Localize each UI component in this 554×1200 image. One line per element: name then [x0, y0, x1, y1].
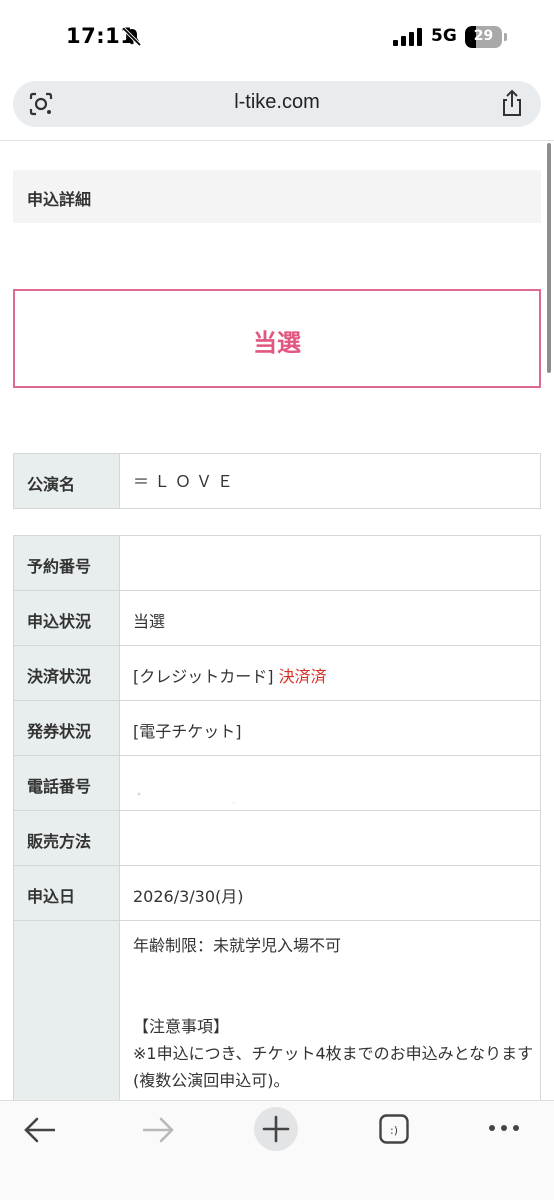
redaction-mark: [137, 792, 236, 804]
more-icon[interactable]: [488, 1123, 520, 1133]
phone-number-label: 電話番号: [13, 755, 120, 811]
url-text[interactable]: l-tike.com: [13, 91, 541, 114]
section-title: 申込詳細: [27, 190, 92, 209]
table-row: 申込状況 当選: [13, 590, 541, 646]
tab-switcher-icon[interactable]: :): [379, 1114, 409, 1144]
url-bar[interactable]: l-tike.com: [13, 81, 541, 127]
notes-cell: 年齢制限：未就学児入場不可 【注意事項】 ※1申込につき、チケット4枚までのお申…: [119, 920, 541, 1111]
bottom-toolbar: :): [0, 1100, 554, 1200]
table-row: 発券状況 [電子チケット]: [13, 700, 541, 756]
ticketing-status-value: [電子チケット]: [119, 700, 541, 756]
performance-table: 公演名 ＝ＬＯＶＥ: [13, 453, 541, 509]
table-row: 公演名 ＝ＬＯＶＥ: [13, 453, 541, 509]
forward-arrow-icon[interactable]: [141, 1115, 175, 1145]
bell-slash-icon: [122, 27, 142, 47]
signal-bars-icon: [393, 28, 422, 46]
table-row: 申込日 2026/3/30(月): [13, 865, 541, 921]
status-bar: 17:11 5G 29: [0, 0, 554, 76]
sales-method-value: [119, 810, 541, 866]
battery-level: 29: [473, 28, 494, 44]
application-date-value: 2026/3/30(月): [119, 865, 541, 921]
notes-line: ※1申込につき、チケット4枚までのお申込みとなります(複数公演回申込可)。: [133, 1044, 534, 1090]
performance-label: 公演名: [13, 453, 120, 509]
payment-method: [クレジットカード]: [133, 667, 274, 686]
performance-name: ＝ＬＯＶＥ: [119, 453, 541, 509]
toolbar-divider: [0, 140, 554, 141]
table-row: 決済状況 [クレジットカード] 決済済: [13, 645, 541, 701]
section-header: 申込詳細: [13, 170, 541, 223]
payment-status-cell: [クレジットカード] 決済済: [119, 645, 541, 701]
table-row: 電話番号: [13, 755, 541, 811]
back-arrow-icon[interactable]: [23, 1115, 57, 1145]
reservation-number-value: [119, 535, 541, 591]
sales-method-label: 販売方法: [13, 810, 120, 866]
table-row: 販売方法: [13, 810, 541, 866]
network-type: 5G: [431, 26, 457, 46]
age-limit-text: 年齢制限：未就学児入場不可: [133, 936, 342, 955]
ticketing-status-label: 発券状況: [13, 700, 120, 756]
plus-icon: [262, 1115, 290, 1143]
result-status: 当選: [253, 329, 301, 357]
scrollbar[interactable]: [547, 143, 551, 373]
table-row: 年齢制限：未就学児入場不可 【注意事項】 ※1申込につき、チケット4枚までのお申…: [13, 920, 541, 1111]
battery-icon: 29: [465, 26, 507, 48]
detail-table: 予約番号 申込状況 当選 決済状況 [クレジットカード] 決済済 発券状況 [電…: [13, 535, 541, 1111]
payment-status-label: 決済状況: [13, 645, 120, 701]
application-status-value: 当選: [119, 590, 541, 646]
notes-heading: 【注意事項】: [133, 1017, 230, 1036]
application-status-label: 申込状況: [13, 590, 120, 646]
application-date-label: 申込日: [13, 865, 120, 921]
tab-switcher-label: :): [390, 1124, 398, 1137]
share-icon[interactable]: [499, 89, 525, 117]
reservation-number-label: 予約番号: [13, 535, 120, 591]
new-tab-button[interactable]: [254, 1107, 298, 1151]
payment-paid-badge: 決済済: [278, 667, 327, 686]
table-row: 予約番号: [13, 535, 541, 591]
result-box: 当選: [13, 289, 541, 388]
notes-label: [13, 920, 120, 1111]
